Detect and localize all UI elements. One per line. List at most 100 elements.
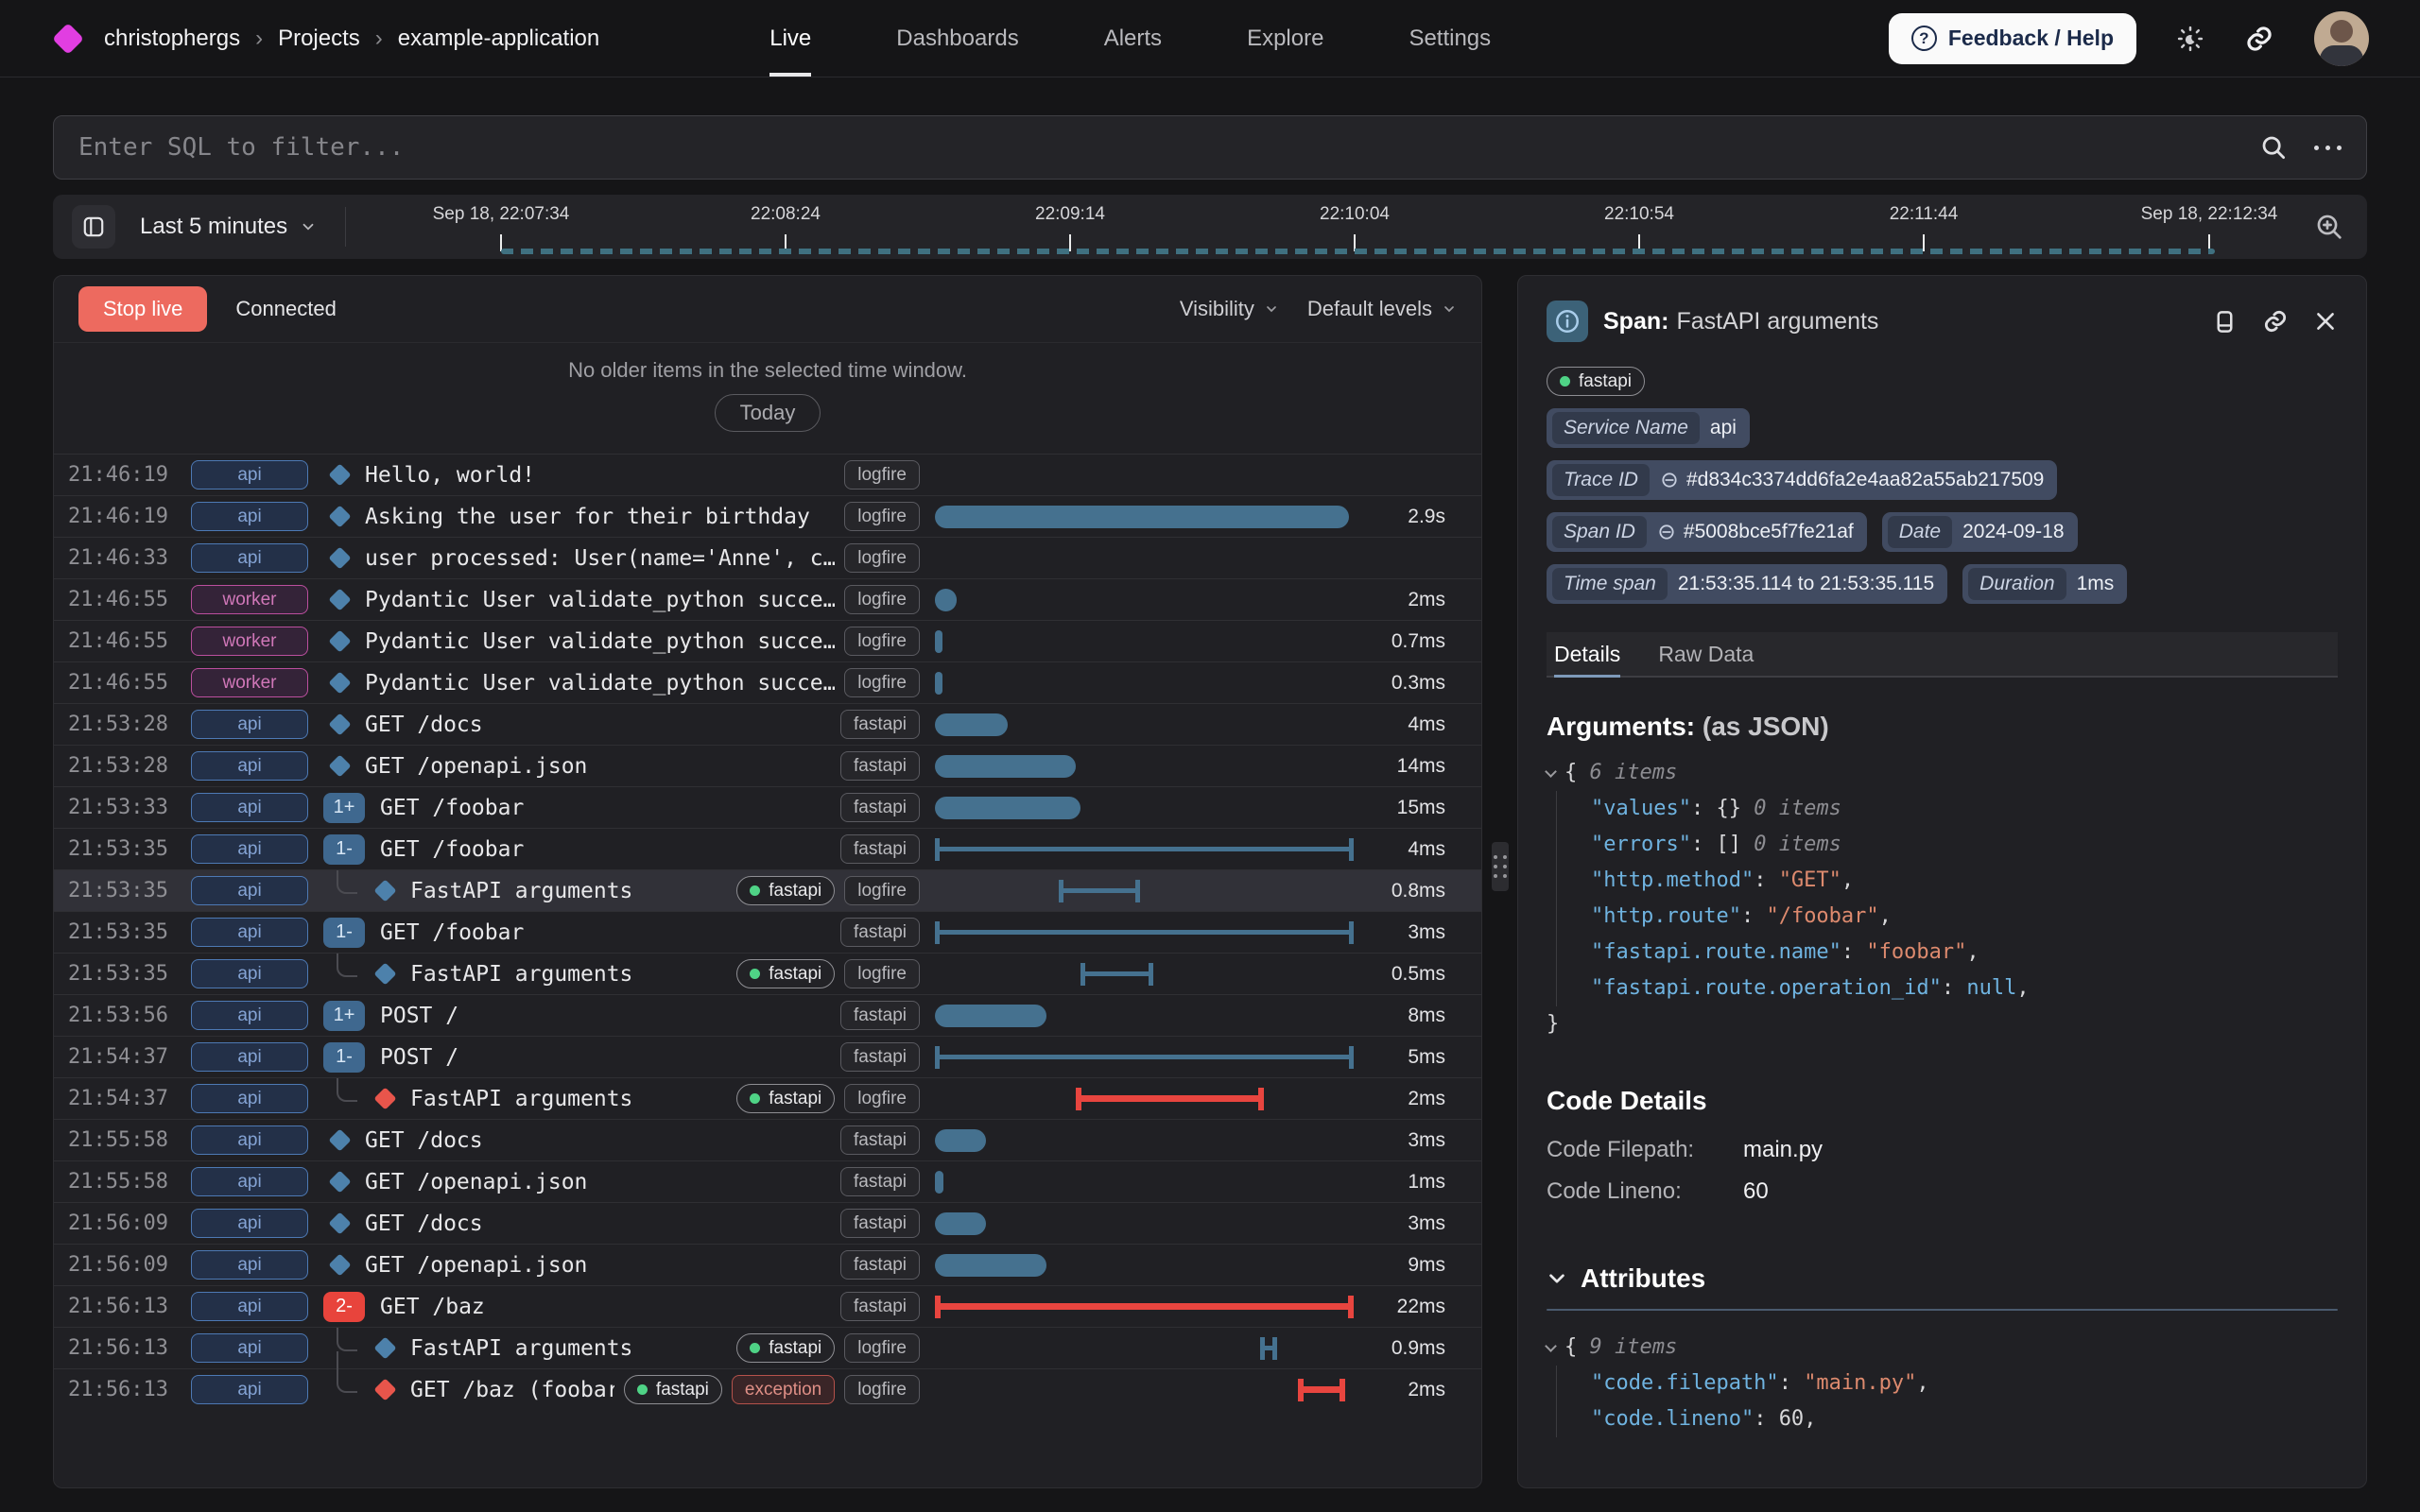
expand-badge[interactable]: 2- [323,1292,365,1322]
tab-details[interactable]: Details [1554,632,1620,676]
duration-bar [935,1254,1046,1277]
collapse-caret-icon[interactable] [1545,1340,1557,1352]
duration-label: 3ms [1362,1129,1481,1152]
log-row[interactable]: 21:53:35api1-GET /foobarfastapi4ms [54,828,1481,869]
empty-message: No older items in the selected time wind… [568,358,967,383]
nav-tab-live[interactable]: Live [769,0,811,77]
row-timestamp: 21:56:09 [68,1211,191,1235]
log-row[interactable]: 21:53:35apiFastAPI argumentsfastapilogfi… [54,953,1481,994]
tag-logfire: logfire [844,876,920,905]
row-tags: fastapilogfire [736,1084,920,1113]
zoom-in-icon[interactable] [2314,212,2344,242]
duration-label: 2ms [1362,1088,1481,1110]
tag-logfire: logfire [844,460,920,490]
span-metadata: Service NameapiTrace ID#d834c3374dd6fa2e… [1547,408,2338,604]
attributes-heading[interactable]: Attributes [1547,1263,2338,1294]
row-tags: fastapi [840,1125,920,1155]
link-icon[interactable] [1657,523,1676,541]
log-row[interactable]: 21:56:13api2-GET /bazfastapi22ms [54,1285,1481,1327]
breadcrumb-item[interactable]: example-application [398,26,599,51]
log-row[interactable]: 21:46:55workerPydantic User validate_pyt… [54,662,1481,703]
span-diamond-icon [373,879,396,902]
expand-badge[interactable]: 1- [323,834,365,865]
log-row[interactable]: 21:55:58apiGET /docsfastapi3ms [54,1119,1481,1160]
sql-filter-input[interactable] [78,133,2259,162]
code-detail-label: Code Lineno: [1547,1171,1743,1212]
log-row[interactable]: 21:46:55workerPydantic User validate_pyt… [54,620,1481,662]
log-row[interactable]: 21:46:33apiuser processed: User(name='An… [54,537,1481,578]
log-row[interactable]: 21:53:33api1+GET /foobarfastapi15ms [54,786,1481,828]
log-row[interactable]: 21:53:35api1-GET /foobarfastapi3ms [54,911,1481,953]
row-message: GET /foobar [380,920,831,945]
row-tags: fastapilogfire [736,1333,920,1363]
log-row[interactable]: 21:56:09apiGET /docsfastapi3ms [54,1202,1481,1244]
row-tags: fastapi [840,751,920,781]
log-row[interactable]: 21:46:55workerPydantic User validate_pyt… [54,578,1481,620]
filter-more-menu-icon[interactable] [2314,146,2347,150]
log-row[interactable]: 21:56:13apiGET /baz (foobar)fastapiexcep… [54,1368,1481,1410]
row-timestamp: 21:55:58 [68,1128,191,1152]
row-tags: fastapi [840,1167,920,1196]
panel-layout-icon[interactable] [2212,309,2238,335]
log-row[interactable]: 21:53:35apiFastAPI argumentsfastapilogfi… [54,869,1481,911]
copy-link-icon[interactable] [2262,308,2289,335]
feedback-help-button[interactable]: ? Feedback / Help [1889,13,2136,64]
log-row[interactable]: 21:46:19apiHello, world!logfire [54,454,1481,495]
collapse-caret-icon[interactable] [1545,765,1557,778]
resize-grip[interactable] [1492,842,1509,891]
default-levels-dropdown[interactable]: Default levels [1307,297,1457,321]
duration-span-bar [935,921,1354,944]
expand-badge[interactable]: 1- [323,1042,365,1073]
log-row[interactable]: 21:56:13apiFastAPI argumentsfastapilogfi… [54,1327,1481,1368]
json-line: "errors": [] 0 items [1547,827,2338,863]
log-row[interactable]: 21:53:56api1+POST /fastapi8ms [54,994,1481,1036]
duration-bar-track [935,829,1362,870]
log-row[interactable]: 21:55:58apiGET /openapi.jsonfastapi1ms [54,1160,1481,1202]
tree-elbow-icon [337,870,357,894]
expand-badge[interactable]: 1+ [323,1001,365,1031]
time-range-selector[interactable]: Last 5 minutes [140,214,317,240]
expand-badge[interactable]: 1+ [323,793,365,823]
log-row[interactable]: 21:53:28apiGET /openapi.jsonfastapi14ms [54,745,1481,786]
breadcrumb-item[interactable]: Projects [278,26,360,51]
log-row[interactable]: 21:53:28apiGET /docsfastapi4ms [54,703,1481,745]
tab-raw-data[interactable]: Raw Data [1658,632,1754,676]
log-row[interactable]: 21:46:19apiAsking the user for their bir… [54,495,1481,537]
close-icon[interactable] [2313,309,2338,334]
duration-bar-track [935,870,1362,912]
service-badge: api [191,460,308,490]
row-marker [323,621,365,662]
breadcrumb-item[interactable]: christophergs [104,26,240,51]
duration-span-bar [1076,1088,1264,1110]
nav-tab-dashboards[interactable]: Dashboards [896,0,1018,77]
logfire-logo-icon[interactable] [52,23,84,55]
row-tags: fastapilogfire [736,876,920,905]
nav-tab-settings[interactable]: Settings [1409,0,1491,77]
log-row[interactable]: 21:54:37api1-POST /fastapi5ms [54,1036,1481,1077]
row-marker: 1+ [323,995,380,1036]
duration-bar [935,1212,986,1235]
service-badge: api [191,1375,308,1404]
theme-toggle-icon[interactable] [2176,25,2204,53]
tag-fastapi: fastapi [736,1084,835,1113]
user-avatar[interactable] [2314,11,2369,66]
link-icon[interactable] [1660,471,1679,490]
nav-tab-explore[interactable]: Explore [1247,0,1323,77]
row-marker [323,455,365,495]
service-badge: api [191,793,308,822]
row-marker: 2- [323,1286,380,1327]
today-button[interactable]: Today [715,394,821,432]
row-timestamp: 21:46:19 [68,505,191,528]
sidebar-toggle-icon[interactable] [72,205,115,249]
nav-tab-alerts[interactable]: Alerts [1104,0,1162,77]
duration-label: 2ms [1362,589,1481,611]
tag-logfire: logfire [844,959,920,988]
stop-live-button[interactable]: Stop live [78,286,207,332]
expand-badge[interactable]: 1- [323,918,365,948]
log-row[interactable]: 21:56:09apiGET /openapi.jsonfastapi9ms [54,1244,1481,1285]
span-diamond-icon [328,629,351,652]
share-link-icon[interactable] [2244,24,2274,54]
log-row[interactable]: 21:54:37apiFastAPI argumentsfastapilogfi… [54,1077,1481,1119]
visibility-dropdown[interactable]: Visibility [1180,297,1279,321]
search-icon[interactable] [2259,133,2288,162]
